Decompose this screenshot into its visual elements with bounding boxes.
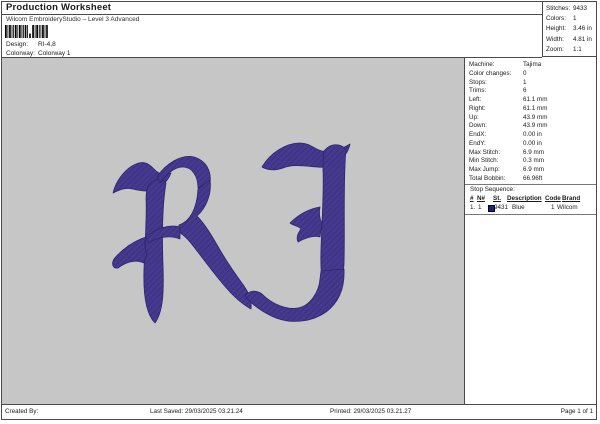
summary-row-width: Width: 4.81 in	[543, 35, 596, 45]
page-number: Page 1 of 1	[561, 405, 593, 418]
printed-text: Printed: 29/03/2025 03.21.27	[330, 405, 411, 418]
stop-sequence-row: 1. 1 9431 Blue 1 Wilcom	[465, 204, 596, 213]
design-value: RI-4,8	[38, 41, 56, 48]
height-value: 3.46 in	[573, 24, 592, 34]
info-row-min-stitch: Min Stitch:0.3 mm	[465, 157, 596, 166]
created-by-label: Created By:	[5, 405, 38, 418]
info-row-trims: Trims:6	[465, 87, 596, 96]
stop-sequence-divider	[465, 184, 596, 185]
col-num: #	[470, 195, 474, 202]
info-row-down: Down:43.9 mm	[465, 122, 596, 131]
summary-row-zoom: Zoom: 1:1	[543, 45, 596, 55]
colors-label: Colors:	[546, 14, 566, 24]
info-row-endy: EndY:0.00 in	[465, 140, 596, 149]
stitches-label: Stitches:	[546, 4, 570, 14]
zoom-label: Zoom:	[546, 45, 564, 55]
info-row-machine: Machine:Tajima	[465, 61, 596, 70]
col-st: St.	[493, 195, 501, 202]
header-section: Production Worksheet Wilcom EmbroiderySt…	[2, 2, 542, 58]
barcode	[5, 25, 48, 38]
info-row-max-jump: Max Jump:6.9 mm	[465, 166, 596, 175]
col-n: N#	[477, 195, 485, 202]
stop-sequence-title: Stop Sequence:	[470, 186, 515, 193]
summary-row-stitches: Stitches:9433	[543, 4, 596, 14]
summary-row-colors: Colors: 1	[543, 14, 596, 24]
width-value: 4.81 in	[573, 35, 592, 45]
info-row-right: Right:61.1 mm	[465, 105, 596, 114]
machine-info-panel: Machine:Tajima Color changes:0 Stops:1 T…	[465, 58, 596, 404]
info-row-up: Up:43.9 mm	[465, 114, 596, 123]
page-title: Production Worksheet	[2, 2, 542, 15]
stitches-value: 9433	[573, 4, 587, 14]
app-subtitle: Wilcom EmbroideryStudio – Level 3 Advanc…	[6, 16, 139, 23]
embroidery-design-rj-monogram	[102, 131, 352, 336]
col-brand: Brand	[562, 195, 580, 202]
stop-sequence-header: # N# St. Description Code Brand	[465, 195, 596, 203]
height-label: Height:	[546, 24, 566, 34]
info-row-max-stitch: Max Stitch:6.9 mm	[465, 149, 596, 158]
summary-row-height: Height: 3.46 in	[543, 24, 596, 34]
info-row-total-bobbin: Total Bobbin:66.96ft	[465, 175, 596, 184]
footer-bar: Created By: Last Saved: 29/03/2025 03.21…	[2, 404, 596, 419]
design-canvas	[2, 58, 465, 404]
colors-value: 1	[573, 14, 577, 24]
production-worksheet-page: Production Worksheet Wilcom EmbroiderySt…	[1, 1, 597, 420]
info-row-color-changes: Color changes:0	[465, 70, 596, 79]
col-code: Code	[545, 195, 561, 202]
zoom-value: 1:1	[573, 45, 582, 55]
colorway-value: Colorway 1	[38, 50, 71, 57]
info-row-left: Left:61.1 mm	[465, 96, 596, 105]
width-label: Width:	[546, 35, 564, 45]
machine-info-list: Machine:Tajima Color changes:0 Stops:1 T…	[465, 61, 596, 184]
stitch-texture	[113, 143, 350, 323]
last-saved-text: Last Saved: 29/03/2025 03.21.24	[150, 405, 243, 418]
col-description: Description	[507, 195, 542, 202]
stop-sequence-bottom-rule	[465, 214, 596, 215]
summary-box: Stitches:9433 Colors: 1 Height: 3.46 in Wi…	[542, 2, 596, 57]
design-row: Design:RI-4,8	[6, 41, 56, 48]
info-row-endx: EndX:0.00 in	[465, 131, 596, 140]
info-row-stops: Stops:1	[465, 79, 596, 88]
colorway-row: Colorway:Colorway 1	[6, 50, 71, 57]
design-label: Design:	[6, 41, 38, 48]
colorway-label: Colorway:	[6, 50, 38, 57]
